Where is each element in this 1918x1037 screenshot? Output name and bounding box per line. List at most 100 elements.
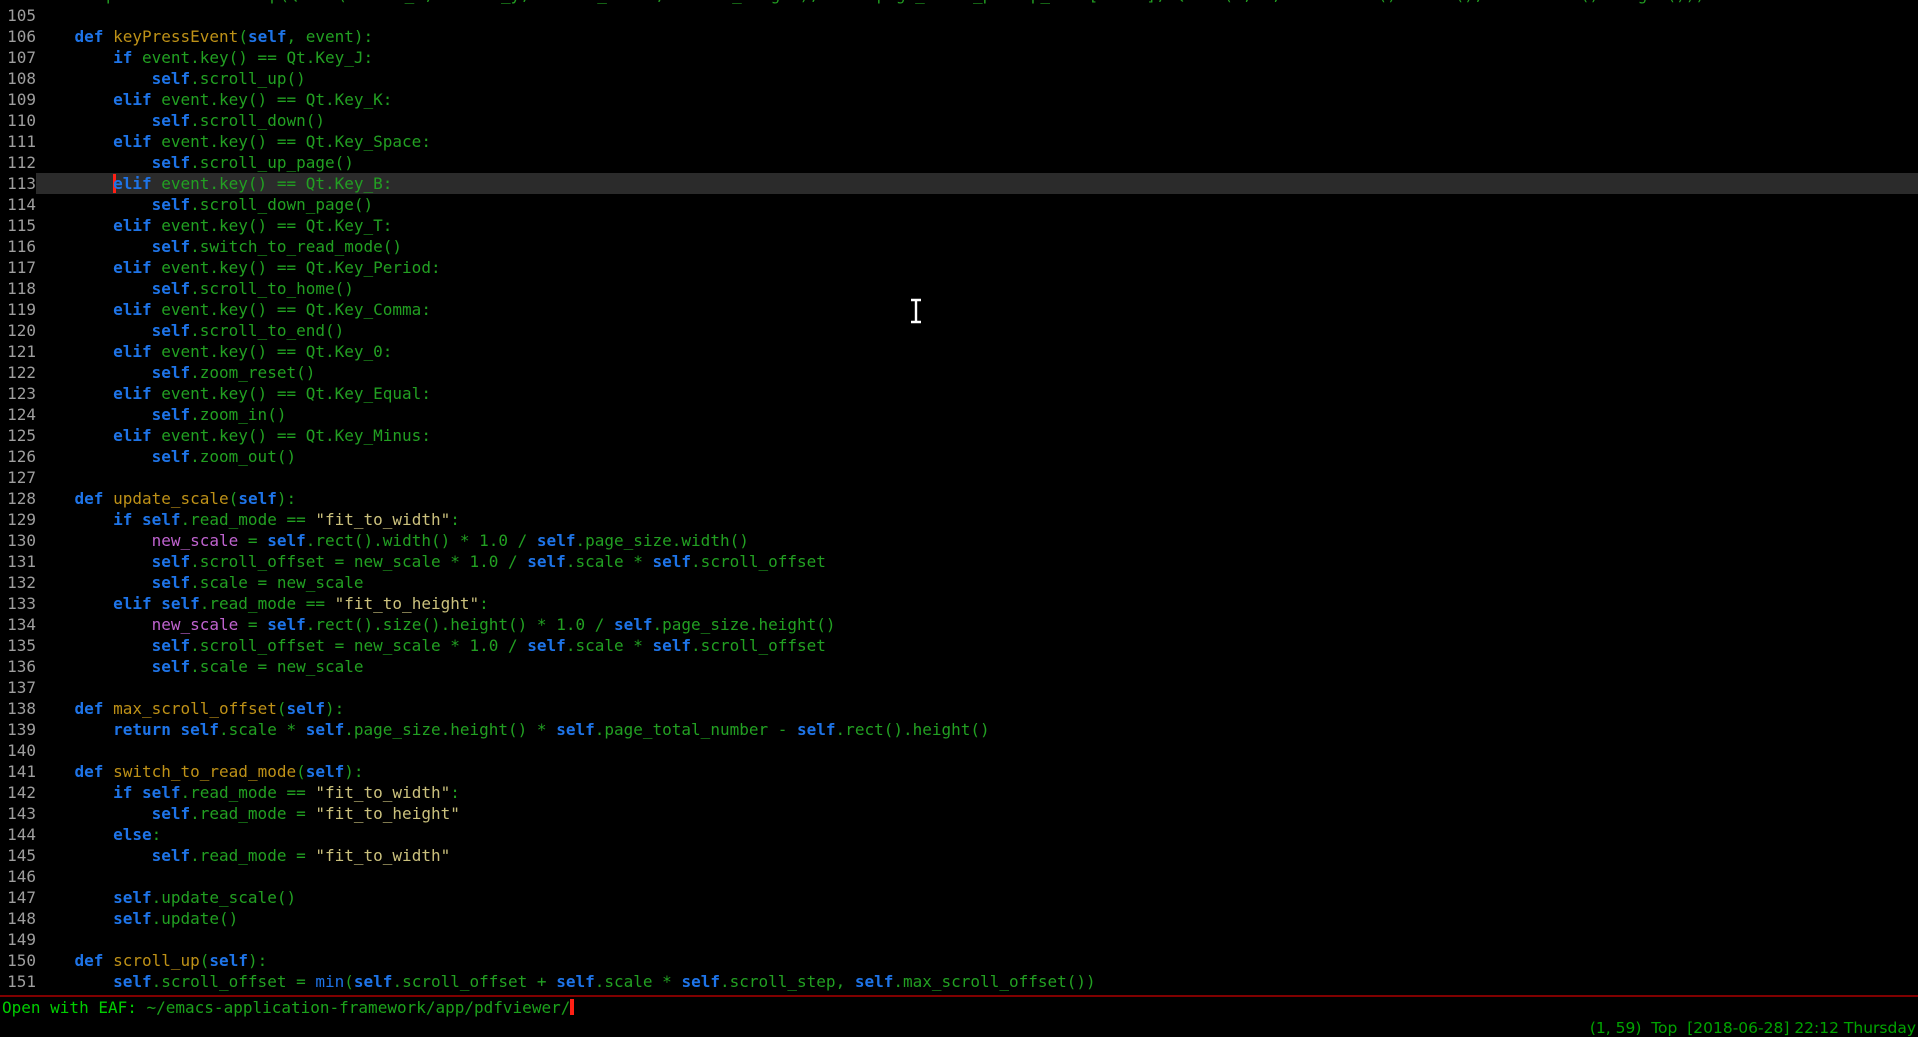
- code-area[interactable]: 105106 def keyPressEvent(self, event):10…: [0, 5, 1918, 992]
- code-line-150[interactable]: 150 def scroll_up(self):: [0, 950, 1918, 971]
- code-line-129[interactable]: 129 if self.read_mode == "fit_to_width":: [0, 509, 1918, 530]
- code-line-109[interactable]: 109 elif event.key() == Qt.Key_K:: [0, 89, 1918, 110]
- code-line-124[interactable]: 124 self.zoom_in(): [0, 404, 1918, 425]
- code-text: def switch_to_read_mode(self):: [36, 761, 1918, 782]
- code-line-131[interactable]: 131 self.scroll_offset = new_scale * 1.0…: [0, 551, 1918, 572]
- code-line-114[interactable]: 114 self.scroll_down_page(): [0, 194, 1918, 215]
- code-text: self.scroll_offset = new_scale * 1.0 / s…: [36, 551, 1918, 572]
- code-text: elif event.key() == Qt.Key_K:: [36, 89, 1918, 110]
- code-line-121[interactable]: 121 elif event.key() == Qt.Key_0:: [0, 341, 1918, 362]
- code-line-110[interactable]: 110 self.scroll_down(): [0, 110, 1918, 131]
- code-line-122[interactable]: 122 self.zoom_reset(): [0, 362, 1918, 383]
- code-text: else:: [36, 824, 1918, 845]
- code-line-139[interactable]: 139 return self.scale * self.page_size.h…: [0, 719, 1918, 740]
- line-number: 124: [0, 404, 36, 425]
- line-number: 141: [0, 761, 36, 782]
- emacs-frame: painter.drawPixmap(QRect(render_x, rende…: [0, 0, 1918, 1037]
- code-text: if self.read_mode == "fit_to_width":: [36, 509, 1918, 530]
- code-text: self.scroll_down(): [36, 110, 1918, 131]
- line-number: 119: [0, 299, 36, 320]
- code-text: [36, 677, 1918, 698]
- line-number: 140: [0, 740, 36, 761]
- code-text: elif event.key() == Qt.Key_Period:: [36, 257, 1918, 278]
- code-line-117[interactable]: 117 elif event.key() == Qt.Key_Period:: [0, 257, 1918, 278]
- code-line-142[interactable]: 142 if self.read_mode == "fit_to_width":: [0, 782, 1918, 803]
- code-line-130[interactable]: 130 new_scale = self.rect().width() * 1.…: [0, 530, 1918, 551]
- code-line-127[interactable]: 127: [0, 467, 1918, 488]
- code-text: self.update_scale(): [36, 887, 1918, 908]
- minibuffer-text-cursor: [570, 999, 574, 1015]
- line-number: 108: [0, 68, 36, 89]
- code-line-123[interactable]: 123 elif event.key() == Qt.Key_Equal:: [0, 383, 1918, 404]
- line-number: 126: [0, 446, 36, 467]
- code-line-147[interactable]: 147 self.update_scale(): [0, 887, 1918, 908]
- code-line-132[interactable]: 132 self.scale = new_scale: [0, 572, 1918, 593]
- code-text: self.scale = new_scale: [36, 572, 1918, 593]
- line-number: 112: [0, 152, 36, 173]
- code-line-105[interactable]: 105: [0, 5, 1918, 26]
- code-line-118[interactable]: 118 self.scroll_to_home(): [0, 278, 1918, 299]
- code-line-140[interactable]: 140: [0, 740, 1918, 761]
- minibuffer[interactable]: Open with EAF: ~/emacs-application-frame…: [0, 997, 1918, 1018]
- code-line-120[interactable]: 120 self.scroll_to_end(): [0, 320, 1918, 341]
- line-number: 128: [0, 488, 36, 509]
- code-line-148[interactable]: 148 self.update(): [0, 908, 1918, 929]
- code-line-112[interactable]: 112 self.scroll_up_page(): [0, 152, 1918, 173]
- code-text: def max_scroll_offset(self):: [36, 698, 1918, 719]
- line-number: 120: [0, 320, 36, 341]
- code-line-128[interactable]: 128 def update_scale(self):: [0, 488, 1918, 509]
- line-number: 131: [0, 551, 36, 572]
- line-number: 113: [0, 173, 36, 194]
- code-line-145[interactable]: 145 self.read_mode = "fit_to_width": [0, 845, 1918, 866]
- code-text: [36, 929, 1918, 950]
- code-line-107[interactable]: 107 if event.key() == Qt.Key_J:: [0, 47, 1918, 68]
- minibuffer-prompt: Open with EAF:: [2, 998, 147, 1017]
- code-line-115[interactable]: 115 elif event.key() == Qt.Key_T:: [0, 215, 1918, 236]
- code-text: self.zoom_in(): [36, 404, 1918, 425]
- line-number: 123: [0, 383, 36, 404]
- line-number: 105: [0, 5, 36, 26]
- code-line-143[interactable]: 143 self.read_mode = "fit_to_height": [0, 803, 1918, 824]
- code-line-113[interactable]: 113 elif event.key() == Qt.Key_B:: [0, 173, 1918, 194]
- code-line-141[interactable]: 141 def switch_to_read_mode(self):: [0, 761, 1918, 782]
- line-number: 137: [0, 677, 36, 698]
- minibuffer-input-value[interactable]: ~/emacs-application-framework/app/pdfvie…: [147, 998, 571, 1017]
- code-line-125[interactable]: 125 elif event.key() == Qt.Key_Minus:: [0, 425, 1918, 446]
- code-line-111[interactable]: 111 elif event.key() == Qt.Key_Space:: [0, 131, 1918, 152]
- line-number: 109: [0, 89, 36, 110]
- code-text: elif event.key() == Qt.Key_0:: [36, 341, 1918, 362]
- line-number: 111: [0, 131, 36, 152]
- code-line-134[interactable]: 134 new_scale = self.rect().size().heigh…: [0, 614, 1918, 635]
- code-text: self.update(): [36, 908, 1918, 929]
- code-text: self.scroll_to_home(): [36, 278, 1918, 299]
- code-line-146[interactable]: 146: [0, 866, 1918, 887]
- code-line-149[interactable]: 149: [0, 929, 1918, 950]
- line-number: 118: [0, 278, 36, 299]
- code-line-108[interactable]: 108 self.scroll_up(): [0, 68, 1918, 89]
- code-text: self.scroll_up_page(): [36, 152, 1918, 173]
- line-number: 117: [0, 257, 36, 278]
- code-text: self.scroll_offset = new_scale * 1.0 / s…: [36, 635, 1918, 656]
- line-number: 138: [0, 698, 36, 719]
- code-line-136[interactable]: 136 self.scale = new_scale: [0, 656, 1918, 677]
- code-text: elif event.key() == Qt.Key_Space:: [36, 131, 1918, 152]
- line-number: 139: [0, 719, 36, 740]
- code-line-106[interactable]: 106 def keyPressEvent(self, event):: [0, 26, 1918, 47]
- line-number: 145: [0, 845, 36, 866]
- code-line-144[interactable]: 144 else:: [0, 824, 1918, 845]
- line-number: 143: [0, 803, 36, 824]
- code-text: self.scroll_up(): [36, 68, 1918, 89]
- code-line-137[interactable]: 137: [0, 677, 1918, 698]
- code-line-151[interactable]: 151 self.scroll_offset = min(self.scroll…: [0, 971, 1918, 992]
- code-line-116[interactable]: 116 self.switch_to_read_mode(): [0, 236, 1918, 257]
- code-line-135[interactable]: 135 self.scroll_offset = new_scale * 1.0…: [0, 635, 1918, 656]
- code-line-126[interactable]: 126 self.zoom_out(): [0, 446, 1918, 467]
- line-number: 122: [0, 362, 36, 383]
- code-text: self.switch_to_read_mode(): [36, 236, 1918, 257]
- line-number: 136: [0, 656, 36, 677]
- code-line-138[interactable]: 138 def max_scroll_offset(self):: [0, 698, 1918, 719]
- code-line-119[interactable]: 119 elif event.key() == Qt.Key_Comma:: [0, 299, 1918, 320]
- code-text: self.scroll_to_end(): [36, 320, 1918, 341]
- code-line-133[interactable]: 133 elif self.read_mode == "fit_to_heigh…: [0, 593, 1918, 614]
- line-number: 107: [0, 47, 36, 68]
